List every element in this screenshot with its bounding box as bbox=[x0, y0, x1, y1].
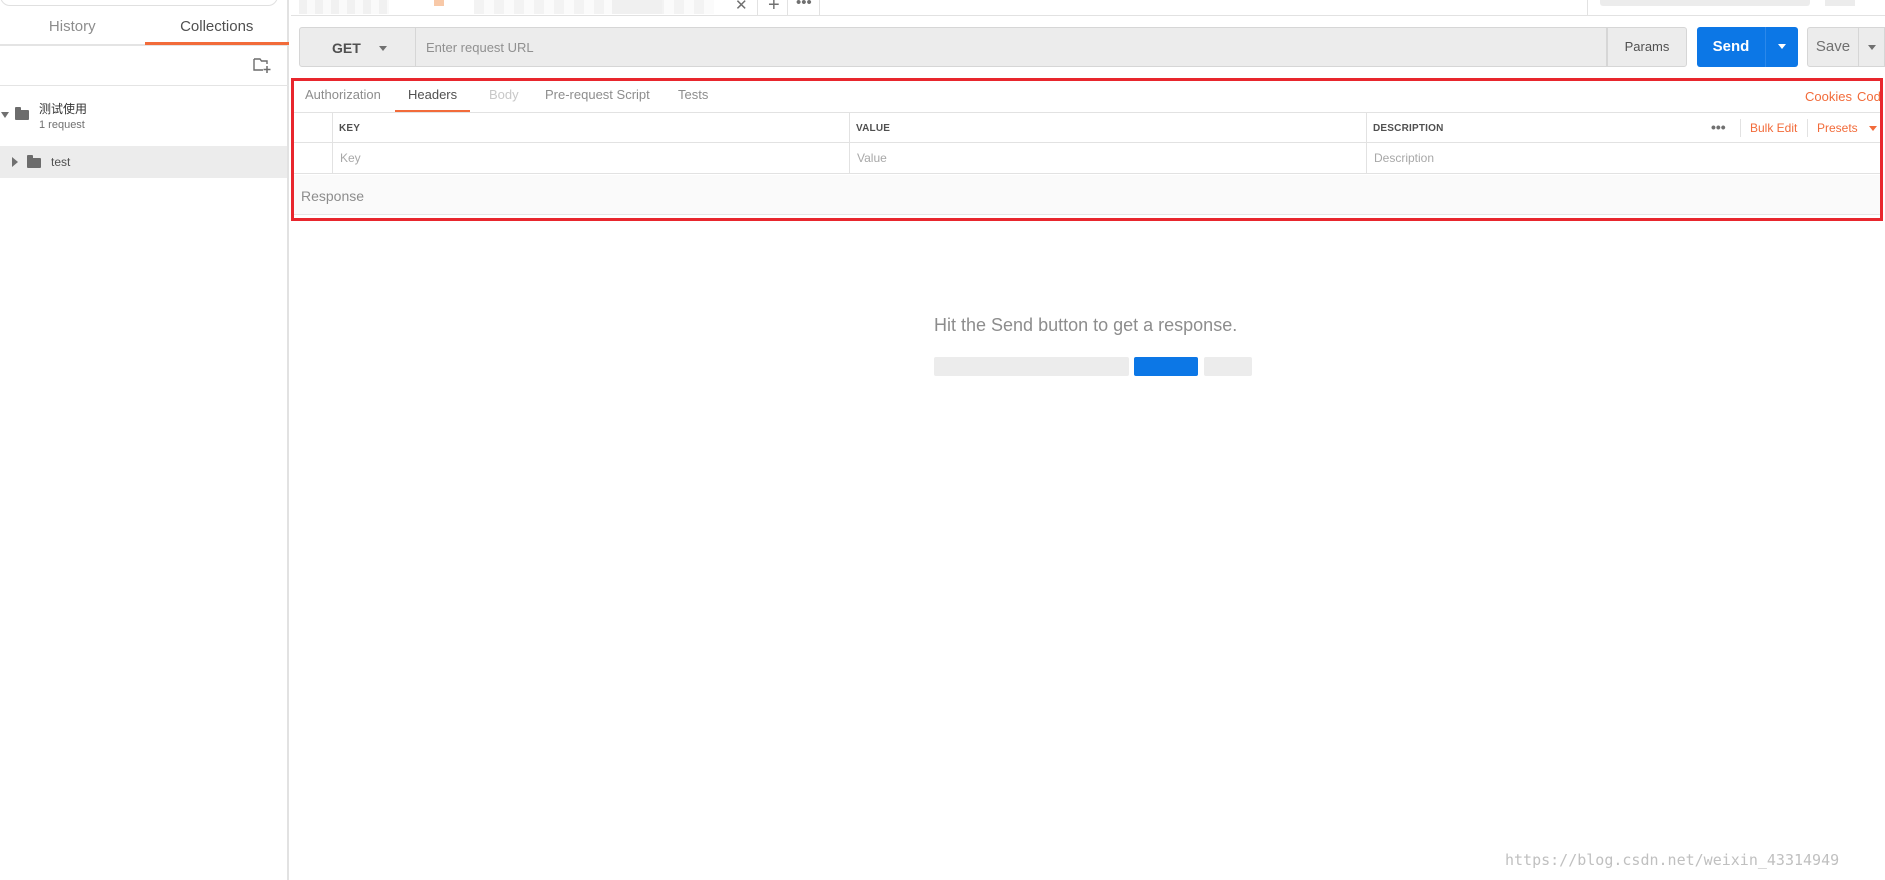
row-checkbox-cell[interactable] bbox=[294, 143, 332, 173]
sidebar-tabs: History Collections bbox=[0, 13, 289, 45]
placeholder-illustration-bar bbox=[934, 357, 1129, 376]
method-label: GET bbox=[332, 40, 361, 56]
more-options-icon[interactable]: ••• bbox=[1711, 119, 1726, 135]
collection-item[interactable]: 测试使用 1 request bbox=[0, 96, 289, 138]
table-row bbox=[294, 143, 1880, 174]
bulk-edit-link[interactable]: Bulk Edit bbox=[1750, 121, 1797, 135]
chevron-down-icon bbox=[1778, 44, 1786, 49]
checkbox-column-header bbox=[294, 113, 332, 143]
header-key-input[interactable] bbox=[333, 143, 849, 173]
value-column-header: VALUE bbox=[849, 113, 1366, 143]
key-column-header: KEY bbox=[332, 113, 849, 143]
sidebar: History Collections 测试使用 1 request test bbox=[0, 0, 289, 880]
new-collection-button[interactable] bbox=[252, 56, 272, 74]
main-panel: ✕ + ••• GET Params Send Save Authorizati… bbox=[291, 0, 1885, 880]
environment-quick-look-button[interactable] bbox=[1825, 0, 1855, 6]
url-input[interactable] bbox=[416, 27, 1607, 67]
save-options-button[interactable] bbox=[1859, 27, 1885, 67]
folder-icon bbox=[15, 107, 29, 120]
watermark: https://blog.csdn.net/weixin_43314949 bbox=[1505, 851, 1840, 869]
tab-tests[interactable]: Tests bbox=[678, 87, 708, 113]
caret-right-icon[interactable] bbox=[12, 157, 18, 167]
value-cell bbox=[849, 143, 1366, 173]
empty-response-message: Hit the Send button to get a response. bbox=[934, 315, 1238, 335]
folder-item[interactable]: test bbox=[0, 146, 287, 178]
column-header-key: KEY bbox=[339, 123, 361, 134]
tab-collections[interactable]: Collections bbox=[144, 13, 289, 45]
key-cell bbox=[332, 143, 849, 173]
table-header-row: KEY VALUE DESCRIPTION ••• Bulk Edit Pres… bbox=[294, 112, 1880, 143]
header-value-input[interactable] bbox=[850, 143, 1366, 173]
response-label: Response bbox=[301, 188, 365, 204]
tab-history[interactable]: History bbox=[0, 13, 145, 45]
blurred-tab-title[interactable] bbox=[299, 0, 389, 14]
divider bbox=[819, 0, 820, 16]
request-tab-bar: ✕ + ••• bbox=[291, 0, 1885, 16]
description-column-header: DESCRIPTION bbox=[1366, 113, 1880, 143]
chevron-down-icon bbox=[379, 46, 387, 51]
collection-request-count: 1 request bbox=[39, 119, 85, 131]
chevron-down-icon[interactable] bbox=[1869, 126, 1877, 131]
blurred-tab-title bbox=[612, 0, 662, 14]
collection-name: 测试使用 bbox=[39, 102, 88, 116]
tab-more-icon[interactable]: ••• bbox=[796, 0, 812, 11]
tab-pre-request-script[interactable]: Pre-request Script bbox=[545, 87, 650, 113]
header-description-input[interactable] bbox=[1367, 143, 1880, 173]
divider bbox=[757, 0, 758, 16]
send-options-button[interactable] bbox=[1765, 27, 1798, 67]
placeholder-illustration-bar bbox=[1204, 357, 1252, 376]
divider bbox=[1740, 119, 1741, 137]
save-button[interactable]: Save bbox=[1807, 27, 1859, 67]
chevron-down-icon bbox=[1868, 45, 1876, 50]
request-tabs: Authorization Headers Body Pre-request S… bbox=[294, 81, 1880, 113]
method-select[interactable]: GET bbox=[299, 27, 416, 67]
divider bbox=[0, 45, 289, 46]
close-tab-icon[interactable]: ✕ bbox=[735, 0, 748, 14]
request-editor-panel: Authorization Headers Body Pre-request S… bbox=[291, 78, 1883, 221]
divider bbox=[1807, 119, 1808, 137]
blurred-method-badge bbox=[434, 0, 444, 6]
folder-icon bbox=[27, 155, 41, 168]
send-button[interactable]: Send bbox=[1697, 27, 1765, 67]
blurred-tab-title[interactable] bbox=[474, 0, 714, 14]
new-tab-plus-icon[interactable]: + bbox=[768, 0, 780, 17]
tab-body[interactable]: Body bbox=[489, 87, 519, 113]
description-cell bbox=[1366, 143, 1880, 173]
response-header: Response bbox=[294, 175, 1880, 215]
caret-down-icon[interactable] bbox=[1, 112, 9, 118]
sidebar-search-input[interactable] bbox=[0, 0, 278, 6]
cookies-link[interactable]: Cookies bbox=[1805, 89, 1852, 104]
divider bbox=[787, 0, 788, 16]
placeholder-illustration-send bbox=[1134, 357, 1198, 376]
tab-headers[interactable]: Headers bbox=[395, 87, 471, 113]
tab-authorization[interactable]: Authorization bbox=[305, 87, 381, 113]
divider bbox=[1587, 0, 1588, 16]
folder-plus-icon bbox=[253, 58, 271, 73]
code-link[interactable]: Code bbox=[1857, 89, 1880, 104]
column-header-description: DESCRIPTION bbox=[1373, 123, 1444, 134]
divider bbox=[0, 85, 289, 86]
params-button[interactable]: Params bbox=[1607, 27, 1687, 67]
column-header-value: VALUE bbox=[856, 123, 891, 134]
folder-name: test bbox=[51, 155, 71, 169]
environment-select[interactable] bbox=[1600, 0, 1810, 6]
headers-table: KEY VALUE DESCRIPTION ••• Bulk Edit Pres… bbox=[294, 112, 1880, 174]
presets-link[interactable]: Presets bbox=[1817, 121, 1858, 135]
